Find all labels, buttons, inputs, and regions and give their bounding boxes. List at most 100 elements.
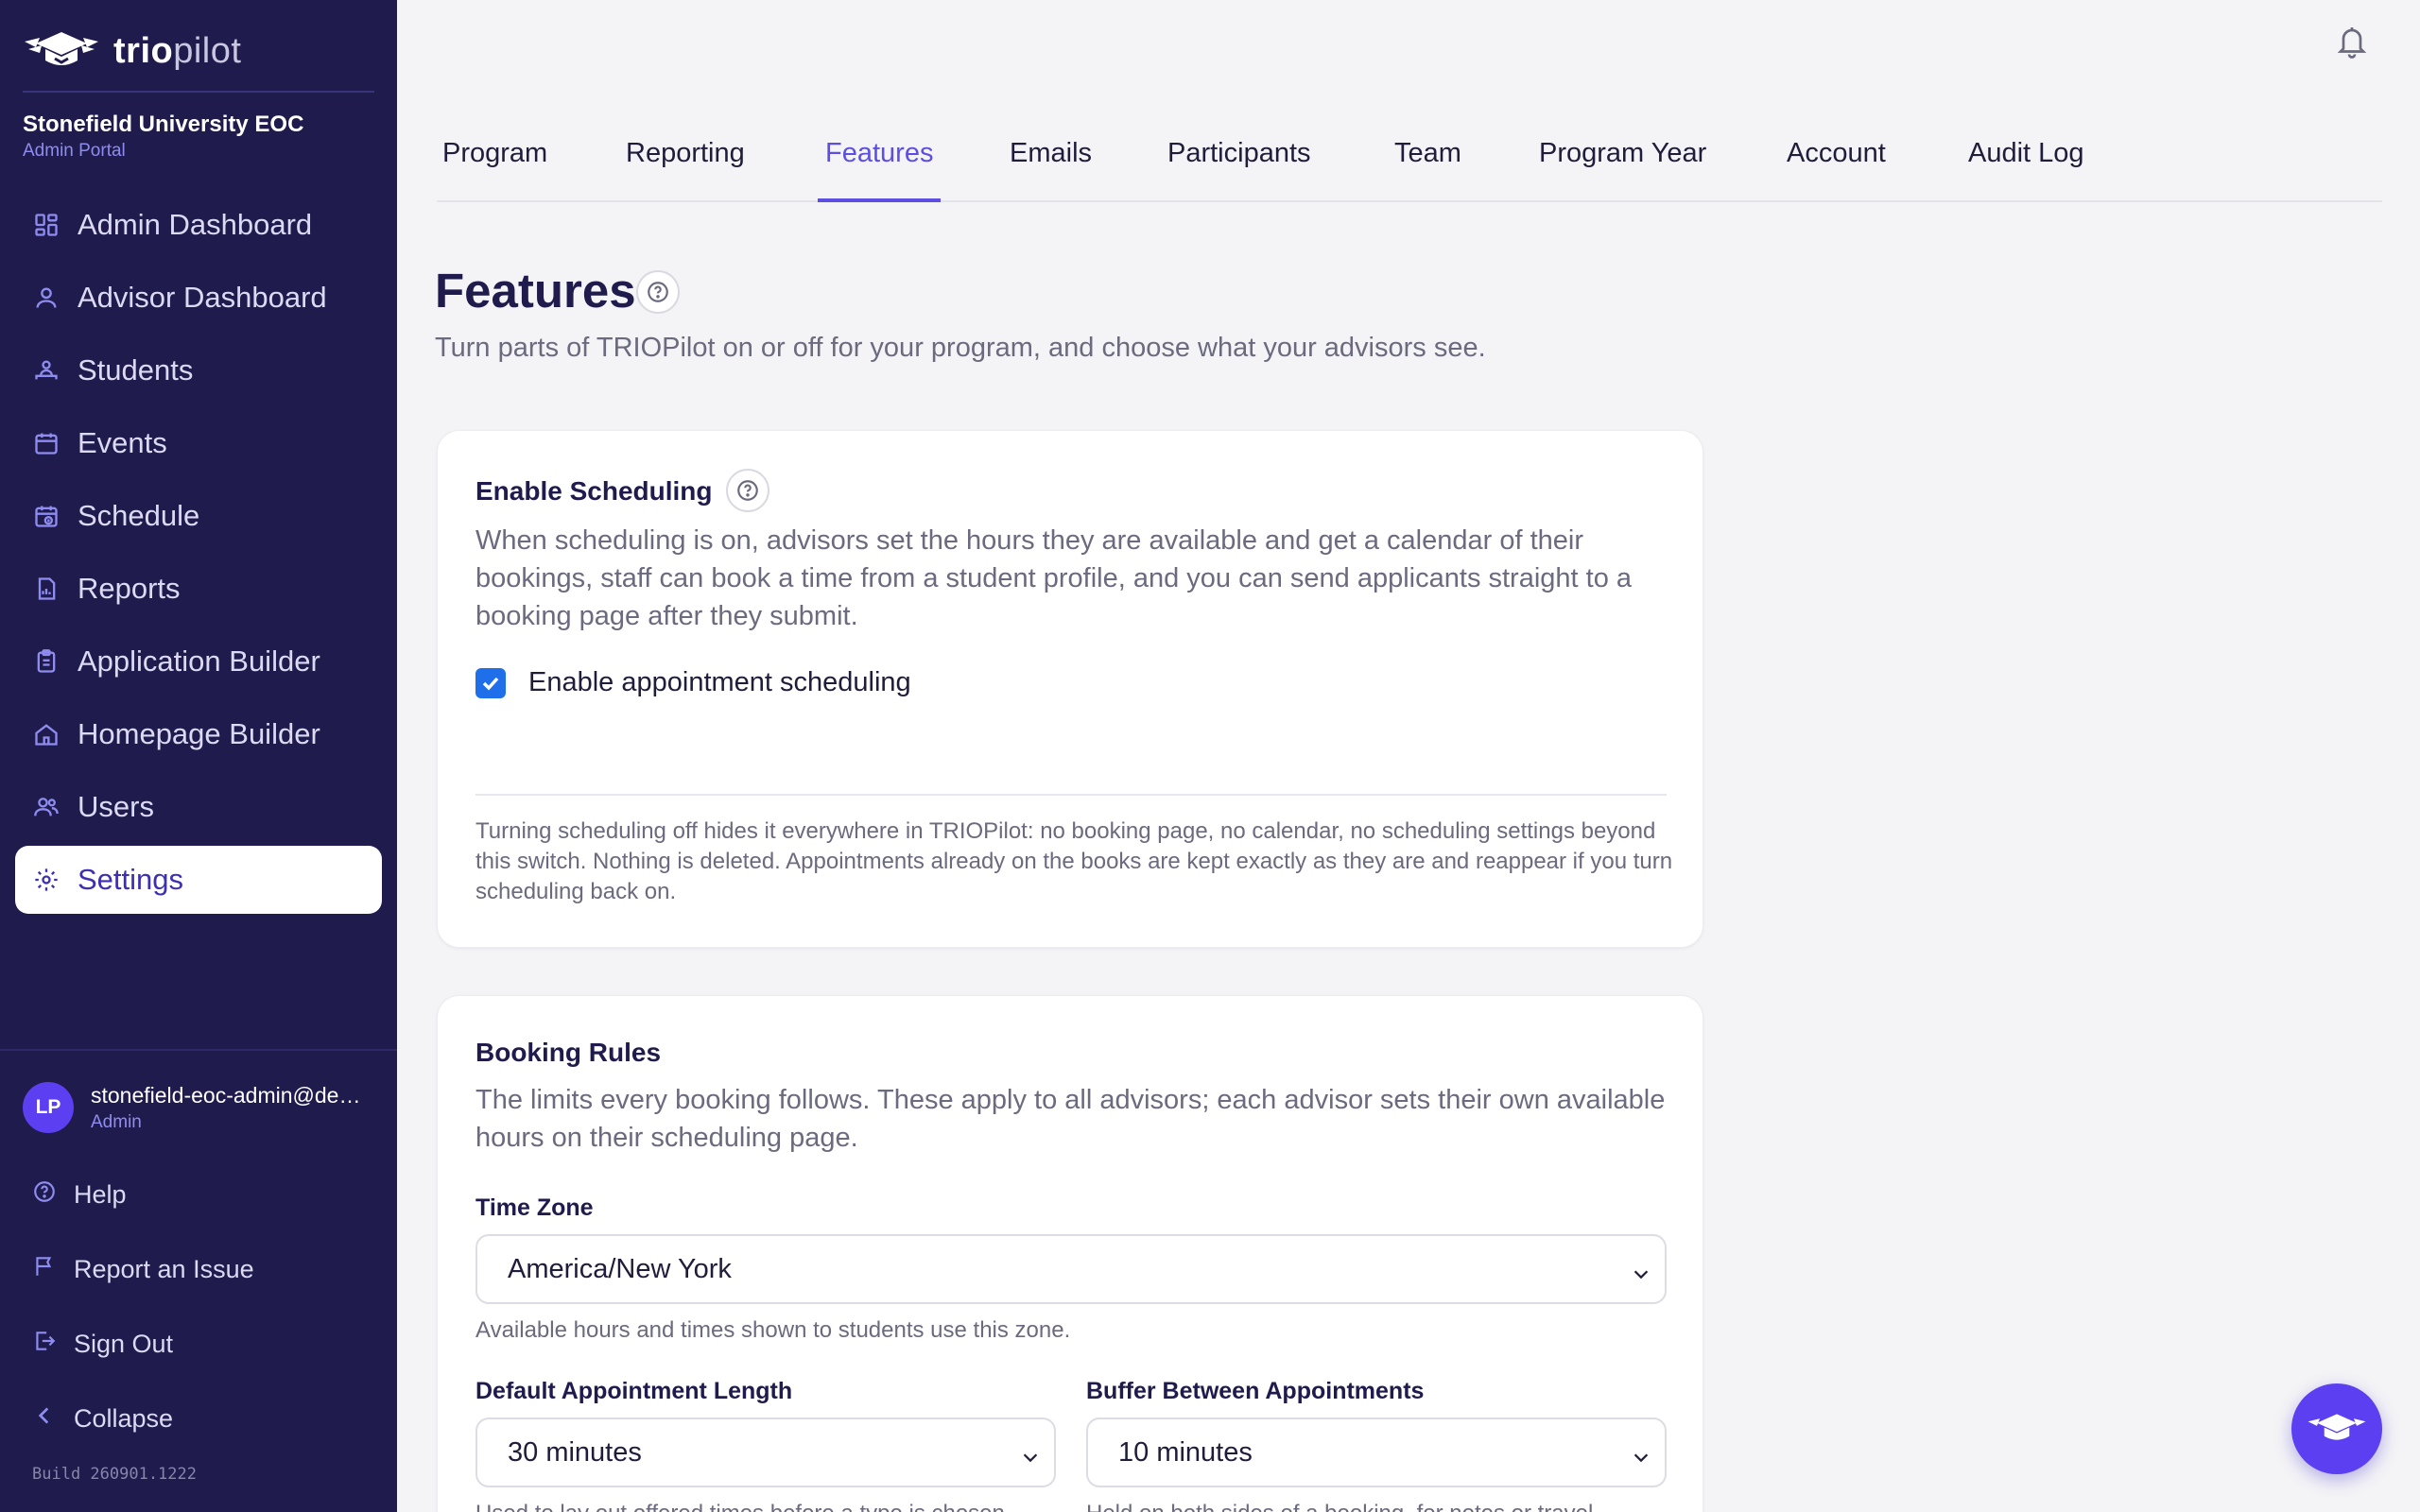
appointment-length-value: 30 minutes (508, 1436, 642, 1468)
tab-audit-log[interactable]: Audit Log (1968, 123, 2084, 202)
sign-out-label: Sign Out (74, 1330, 174, 1358)
chevron-down-icon (1020, 1444, 1041, 1475)
tab-account[interactable]: Account (1787, 123, 1886, 202)
tab-emails[interactable]: Emails (1010, 123, 1092, 202)
tab-program[interactable]: Program (442, 123, 547, 202)
settings-tabs: Program Reporting Features Emails Partic… (437, 123, 2382, 202)
portal-label: Admin Portal (23, 141, 126, 161)
build-version: Build 260901.1222 (32, 1465, 197, 1484)
notifications-bell-icon[interactable] (2335, 23, 2369, 60)
divider (0, 1049, 397, 1051)
enable-scheduling-checkbox-row[interactable]: Enable appointment scheduling (475, 667, 911, 698)
tab-reporting[interactable]: Reporting (626, 123, 745, 202)
brand[interactable]: triopilot (23, 26, 241, 76)
assistant-button[interactable] (2291, 1383, 2382, 1474)
sidebar-item-label: Admin Dashboard (78, 208, 313, 241)
sidebar-item-label: Reports (78, 572, 181, 605)
chevron-down-icon (1631, 1261, 1651, 1292)
triopilot-logo-icon (23, 28, 100, 74)
sidebar-item-application-builder[interactable]: Application Builder (15, 627, 382, 696)
sidebar-item-reports[interactable]: Reports (15, 555, 382, 623)
sidebar-item-label: Schedule (78, 499, 200, 532)
buffer-value: 10 minutes (1118, 1436, 1253, 1468)
timezone-hint: Available hours and times shown to stude… (475, 1317, 1071, 1343)
home-icon (32, 720, 60, 748)
sidebar-item-label: Settings (78, 863, 184, 896)
avatar: LP (23, 1082, 74, 1133)
card-title: Enable Scheduling (475, 476, 713, 506)
flag-icon (32, 1254, 57, 1285)
schedule-icon (32, 502, 60, 530)
dashboard-icon (32, 211, 60, 239)
tab-team[interactable]: Team (1394, 123, 1461, 202)
tab-features[interactable]: Features (818, 123, 942, 202)
sidebar-item-label: Advisor Dashboard (78, 281, 327, 314)
sidebar-item-label: Users (78, 790, 154, 823)
booking-rules-card: Booking Rules The limits every booking f… (437, 995, 1703, 1512)
report-issue-label: Report an Issue (74, 1255, 254, 1283)
org-name: Stonefield University EOC (23, 112, 304, 137)
sign-out-icon (32, 1329, 57, 1360)
report-icon (32, 575, 60, 603)
help-icon (32, 1179, 57, 1211)
buffer-label: Buffer Between Appointments (1086, 1378, 1425, 1404)
user-profile[interactable]: LP stonefield-eoc-admin@demo.triopilot.c… (23, 1082, 374, 1133)
chevron-left-icon (32, 1403, 57, 1435)
tab-participants[interactable]: Participants (1167, 123, 1311, 202)
sidebar: triopilot Stonefield University EOC Admi… (0, 0, 397, 1512)
sidebar-item-schedule[interactable]: Schedule (15, 482, 382, 550)
scheduling-note: Turning scheduling off hides it everywhe… (475, 818, 1673, 904)
sidebar-item-label: Homepage Builder (78, 717, 320, 750)
sidebar-item-users[interactable]: Users (15, 773, 382, 841)
appointment-length-label: Default Appointment Length (475, 1378, 793, 1404)
brand-name-light: pilot (173, 30, 242, 71)
triopilot-logo-icon (2308, 1414, 2366, 1440)
clipboard-icon (32, 647, 60, 676)
card-description: When scheduling is on, advisors set the … (475, 525, 1633, 631)
help-link[interactable]: Help (15, 1158, 382, 1232)
calendar-icon (32, 429, 60, 457)
sidebar-footer: Help Report an Issue Sign Out Collapse (15, 1158, 382, 1456)
buffer-hint: Held on both sides of a booking, for not… (1086, 1501, 1667, 1512)
gear-icon (32, 866, 60, 894)
collapse-label: Collapse (74, 1404, 174, 1433)
appointment-length-select[interactable]: 30 minutes (475, 1418, 1056, 1487)
sign-out-link[interactable]: Sign Out (15, 1307, 382, 1382)
brand-name-bold: trio (113, 30, 174, 71)
tab-program-year[interactable]: Program Year (1539, 123, 1706, 202)
user-email: stonefield-eoc-admin@demo.triopilot.com (91, 1082, 374, 1108)
sidebar-item-homepage-builder[interactable]: Homepage Builder (15, 700, 382, 768)
students-icon (32, 356, 60, 385)
buffer-select[interactable]: 10 minutes (1086, 1418, 1667, 1487)
sidebar-item-label: Application Builder (78, 644, 320, 678)
user-icon (32, 284, 60, 312)
brand-name: triopilot (113, 31, 241, 72)
divider (475, 794, 1667, 796)
page-subtitle: Turn parts of TRIOPilot on or off for yo… (435, 333, 1486, 363)
help-label: Help (74, 1180, 127, 1209)
sidebar-item-events[interactable]: Events (15, 409, 382, 477)
scheduling-help-icon[interactable] (726, 469, 769, 512)
report-issue-link[interactable]: Report an Issue (15, 1232, 382, 1307)
features-help-icon[interactable] (636, 270, 680, 314)
timezone-select[interactable]: America/New York (475, 1234, 1667, 1304)
users-icon (32, 793, 60, 821)
card-title: Booking Rules (475, 1038, 662, 1067)
sidebar-item-admin-dashboard[interactable]: Admin Dashboard (15, 191, 382, 259)
card-description: The limits every booking follows. These … (475, 1085, 1666, 1153)
checkmark-icon (482, 677, 499, 691)
sidebar-item-students[interactable]: Students (15, 336, 382, 404)
appointment-length-hint: Used to lay out offered times before a t… (475, 1501, 1056, 1512)
sidebar-item-advisor-dashboard[interactable]: Advisor Dashboard (15, 264, 382, 332)
timezone-label: Time Zone (475, 1194, 594, 1221)
checkbox-label: Enable appointment scheduling (528, 667, 911, 697)
enable-scheduling-checkbox[interactable] (475, 667, 506, 698)
sidebar-item-settings[interactable]: Settings (15, 846, 382, 914)
collapse-button[interactable]: Collapse (15, 1382, 382, 1456)
sidebar-nav: Admin Dashboard Advisor Dashboard Studen… (15, 191, 382, 919)
timezone-value: America/New York (508, 1253, 732, 1284)
page-title: Features (435, 264, 636, 318)
user-role: Admin (91, 1111, 142, 1132)
sidebar-item-label: Events (78, 426, 167, 459)
enable-scheduling-card: Enable Scheduling When scheduling is on,… (437, 430, 1703, 948)
